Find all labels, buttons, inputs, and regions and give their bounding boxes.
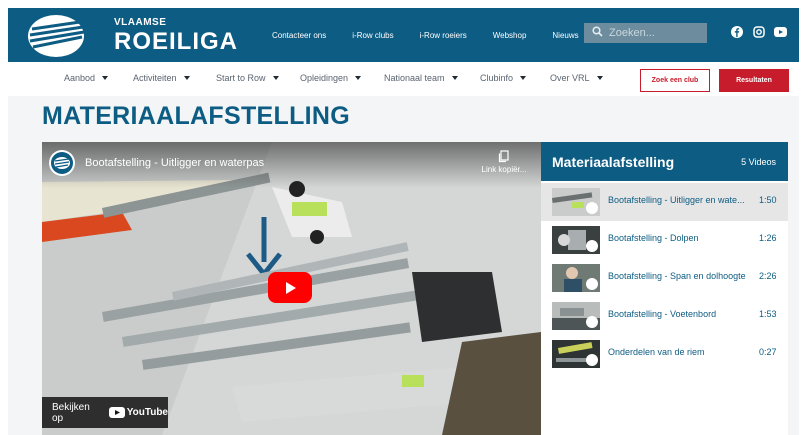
youtube-logo: YouTube [108, 407, 168, 418]
play-icon [586, 354, 598, 366]
video-thumbnail [552, 264, 600, 292]
playlist-item[interactable]: Bootafstelling - Dolpen 1:26 [541, 221, 788, 259]
menu-label: Opleidingen [300, 73, 349, 83]
caret-down-icon [355, 76, 362, 80]
logo-small-text: VLAAMSE [114, 17, 167, 28]
site-logo[interactable]: VLAAMSE ROEILIGA [26, 14, 256, 58]
caret-down-icon [451, 76, 458, 80]
menu-start-to-row[interactable]: Start to Row [216, 73, 279, 83]
caret-down-icon [102, 76, 109, 80]
playlist-header: Materiaalafstelling 5 Videos [541, 142, 788, 181]
youtube-logo-icon [108, 407, 125, 418]
browser-frame: VLAAMSE ROEILIGA Contacteer ons i-Row cl… [0, 0, 807, 435]
video-thumbnail [552, 302, 600, 330]
copy-link-button[interactable]: Link kopiër... [474, 150, 534, 174]
play-icon [586, 240, 598, 252]
menu-clubinfo[interactable]: Clubinfo [480, 73, 527, 83]
menu-label: Start to Row [216, 73, 266, 83]
search-input[interactable] [609, 27, 705, 39]
video-thumbnail [552, 188, 600, 216]
caret-down-icon [183, 76, 190, 80]
top-header: VLAAMSE ROEILIGA Contacteer ons i-Row cl… [8, 8, 799, 62]
youtube-icon[interactable] [774, 25, 787, 38]
playlist-item[interactable]: Onderdelen van de riem 0:27 [541, 335, 788, 373]
menu-label: Nationaal team [384, 73, 445, 83]
playlist-item-title: Bootafstelling - Span en dolhoogte [608, 271, 746, 281]
page: VLAAMSE ROEILIGA Contacteer ons i-Row cl… [8, 8, 799, 435]
nav-contact[interactable]: Contacteer ons [272, 31, 326, 40]
menu-nationaal-team[interactable]: Nationaal team [384, 73, 458, 83]
nav-webshop[interactable]: Webshop [493, 31, 527, 40]
play-button[interactable] [268, 272, 312, 303]
search-icon[interactable] [592, 24, 603, 42]
menu-over-vrl[interactable]: Over VRL [550, 73, 603, 83]
video-title[interactable]: Bootafstelling - Uitligger en waterpas [85, 157, 264, 169]
play-icon [586, 278, 598, 290]
menu-aanbod[interactable]: Aanbod [64, 73, 109, 83]
caret-down-icon [596, 76, 603, 80]
playlist-item-duration: 1:53 [759, 309, 777, 319]
menu-label: Clubinfo [480, 73, 514, 83]
search-box [584, 23, 707, 43]
watch-on-youtube-button[interactable]: Bekijken op YouTube [42, 397, 168, 428]
page-title: MATERIAALAFSTELLING [42, 102, 350, 130]
video-player[interactable]: Bootafstelling - Uitligger en waterpas L… [42, 142, 541, 435]
menu-label: Over VRL [550, 73, 590, 83]
playlist-item-title: Bootafstelling - Uitligger en wate... [608, 195, 745, 205]
instagram-icon[interactable] [752, 25, 765, 38]
menu-activiteiten[interactable]: Activiteiten [133, 73, 190, 83]
playlist-count: 5 Videos [741, 156, 776, 167]
playlist-title: Materiaalafstelling [552, 153, 675, 170]
find-club-button[interactable]: Zoek een club [640, 69, 710, 92]
top-nav: Contacteer ons i-Row clubs i-Row roeiers… [272, 8, 605, 62]
menu-label: Aanbod [64, 73, 96, 83]
video-thumbnail [552, 226, 600, 254]
menu-label: Activiteiten [133, 73, 177, 83]
channel-avatar[interactable] [49, 150, 75, 176]
copy-icon [498, 150, 509, 163]
logo-big-text: ROEILIGA [114, 28, 239, 55]
playlist-item-title: Bootafstelling - Dolpen [608, 233, 699, 243]
playlist-item-title: Bootafstelling - Voetenbord [608, 309, 717, 319]
nav-news[interactable]: Nieuws [552, 31, 578, 40]
playlist-item-title: Onderdelen van de riem [608, 347, 705, 357]
social-links [730, 25, 787, 38]
logo-mark-icon [26, 14, 92, 58]
menu-opleidingen[interactable]: Opleidingen [300, 73, 362, 83]
nav-irow-clubs[interactable]: i-Row clubs [352, 31, 393, 40]
play-icon [586, 316, 598, 328]
youtube-logo-text: YouTube [126, 407, 168, 418]
watch-on-label: Bekijken op [52, 401, 90, 424]
results-button[interactable]: Resultaten [719, 69, 789, 92]
facebook-icon[interactable] [730, 25, 743, 38]
caret-down-icon [520, 76, 527, 80]
copy-link-label: Link kopiër... [481, 165, 527, 174]
playlist-item-duration: 1:50 [759, 195, 777, 205]
playlist-item[interactable]: Bootafstelling - Voetenbord 1:53 [541, 297, 788, 335]
main-menu: Aanbod Activiteiten Start to Row Opleidi… [8, 62, 799, 96]
playlist-item-duration: 1:26 [759, 233, 777, 243]
playlist-item-duration: 2:26 [759, 271, 777, 281]
play-icon [586, 202, 598, 214]
playlist-item[interactable]: Bootafstelling - Span en dolhoogte 2:26 [541, 259, 788, 297]
caret-down-icon [272, 76, 279, 80]
playlist-item-duration: 0:27 [759, 347, 777, 357]
video-thumbnail [552, 340, 600, 368]
play-icon [286, 281, 296, 294]
playlist-panel: Materiaalafstelling 5 Videos Bootafstell… [541, 142, 788, 435]
nav-irow-rowers[interactable]: i-Row roeiers [420, 31, 467, 40]
playlist-item[interactable]: Bootafstelling - Uitligger en wate... 1:… [541, 183, 788, 221]
